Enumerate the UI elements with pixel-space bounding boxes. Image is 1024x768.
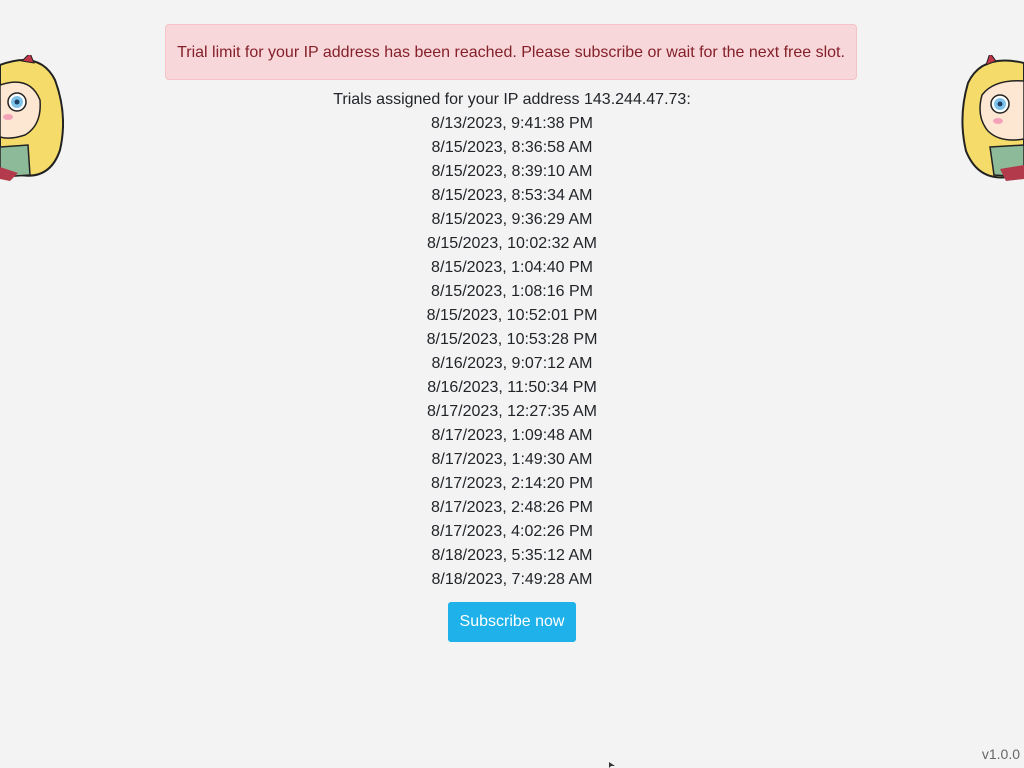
trial-timestamp: 8/15/2023, 10:53:28 PM [426,331,598,348]
trial-timestamp: 8/15/2023, 1:04:40 PM [431,259,593,276]
trial-timestamp: 8/16/2023, 11:50:34 PM [427,379,597,396]
trial-timestamp: 8/18/2023, 7:49:28 AM [431,571,593,588]
trial-timestamp: 8/15/2023, 8:39:10 AM [431,163,593,180]
trial-timestamp: 8/17/2023, 4:02:26 PM [431,523,593,540]
trials-section: Trials assigned for your IP address 143.… [0,88,1024,642]
trial-timestamp: 8/17/2023, 12:27:35 AM [427,403,597,420]
subscribe-now-button[interactable]: Subscribe now [448,602,576,642]
trial-timestamp: 8/17/2023, 2:48:26 PM [431,499,593,516]
trial-timestamp: 8/15/2023, 1:08:16 PM [431,283,593,300]
trial-limit-alert: Trial limit for your IP address has been… [165,24,857,80]
trial-timestamp: 8/15/2023, 10:02:32 AM [427,235,597,252]
trials-list: 8/13/2023, 9:41:38 PM 8/15/2023, 8:36:58 … [0,112,1024,592]
trial-timestamp: 8/15/2023, 8:53:34 AM [431,187,593,204]
mouse-cursor-icon [609,762,615,768]
version-label: v1.0.0 [981,746,1020,762]
trial-timestamp: 8/17/2023, 1:49:30 AM [431,451,593,468]
trial-limit-alert-message: Trial limit for your IP address has been… [177,44,845,61]
trial-timestamp: 8/15/2023, 9:36:29 AM [431,211,593,228]
trial-timestamp: 8/13/2023, 9:41:38 PM [431,115,593,132]
trial-timestamp: 8/15/2023, 8:36:58 AM [431,139,593,156]
trial-limit-page: Trial limit for your IP address has been… [0,0,1024,768]
trials-heading: Trials assigned for your IP address 143.… [333,91,691,108]
trial-timestamp: 8/16/2023, 9:07:12 AM [431,355,593,372]
trial-timestamp: 8/18/2023, 5:35:12 AM [431,547,593,564]
trial-timestamp: 8/17/2023, 2:14:20 PM [431,475,593,492]
trial-timestamp: 8/17/2023, 1:09:48 AM [431,427,593,444]
trial-timestamp: 8/15/2023, 10:52:01 PM [426,307,598,324]
